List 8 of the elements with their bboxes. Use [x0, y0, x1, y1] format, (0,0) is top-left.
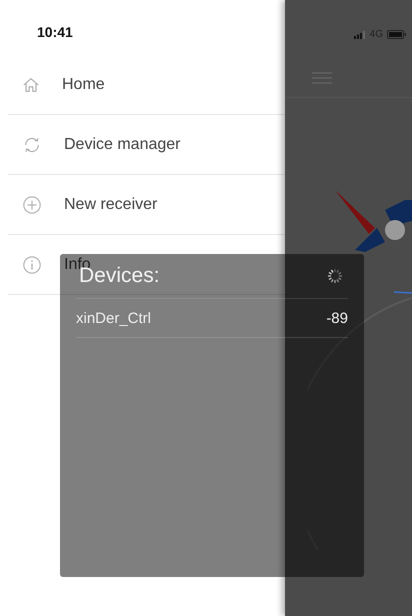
info-icon	[22, 254, 42, 274]
menu-icon[interactable]	[312, 72, 332, 84]
status-time: 10:41	[36, 23, 74, 42]
add-circle-icon	[22, 194, 42, 214]
home-icon	[22, 76, 40, 94]
device-row[interactable]: xinDer_Ctrl -89	[76, 299, 348, 338]
battery-icon	[387, 30, 407, 39]
signal-icon	[354, 30, 366, 38]
